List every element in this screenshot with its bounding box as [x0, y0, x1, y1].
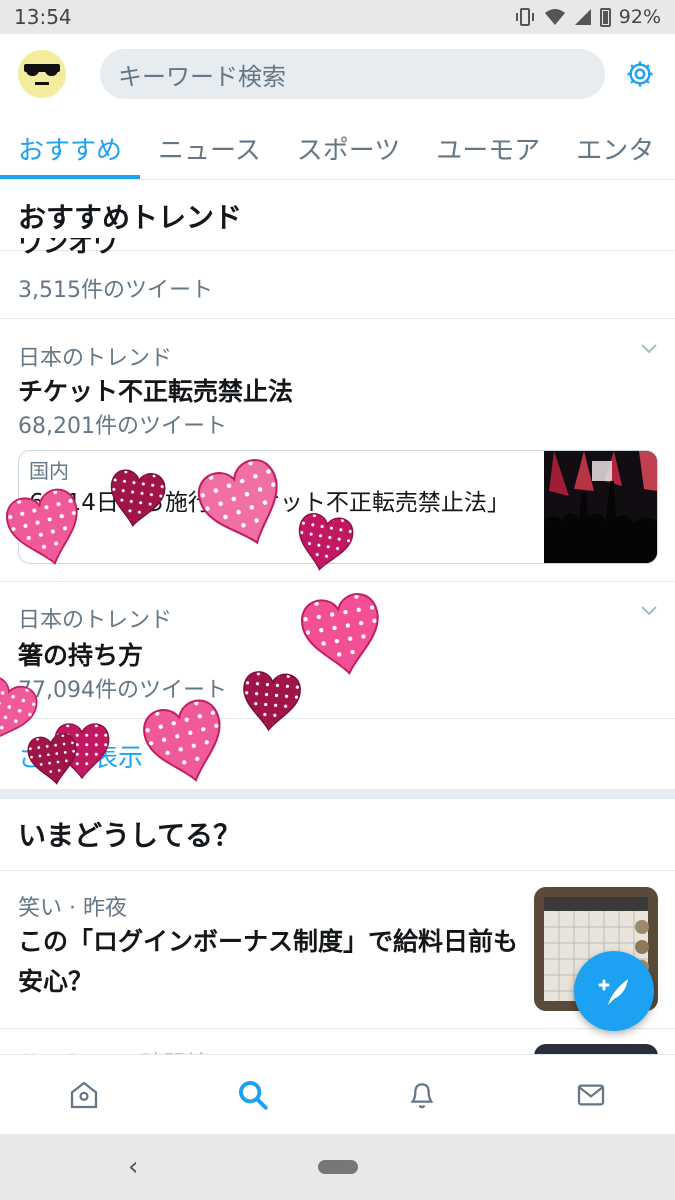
bell-icon [410, 1082, 434, 1108]
status-bar: 13:54 92% [0, 0, 675, 34]
sunglasses-icon [24, 64, 60, 76]
back-icon[interactable]: ‹ [128, 1152, 138, 1182]
nav-notifications[interactable] [392, 1065, 452, 1125]
bottom-nav [0, 1054, 675, 1134]
search-input[interactable]: キーワード検索 [100, 49, 606, 99]
trend-name[interactable]: 箸の持ち方 [18, 636, 143, 672]
home-icon [71, 1081, 98, 1108]
partial-trend-name: ワンオワ [18, 238, 119, 258]
divider [0, 581, 675, 582]
signal-icon [574, 9, 591, 25]
tab-sports[interactable]: スポーツ [279, 114, 418, 179]
show-more-link[interactable]: さらに表示 [18, 738, 143, 774]
status-icons: 92% [514, 6, 661, 28]
divider [0, 1028, 675, 1029]
heart-stickers-overlay [0, 453, 388, 791]
concert-crowd-image [544, 451, 657, 563]
avatar[interactable] [18, 50, 66, 98]
compose-tweet-button[interactable] [574, 951, 654, 1031]
tab-recommended[interactable]: おすすめ [0, 114, 141, 179]
news-card-headline: 6月14日から施行「チケット不正転売禁止法」 [29, 490, 510, 516]
heart-icon [297, 589, 388, 681]
battery-icon [599, 7, 611, 27]
tab-humor[interactable]: ユーモア [418, 114, 558, 179]
tab-entertainment[interactable]: エンタ [558, 114, 672, 179]
partial-trend-name-clip: ワンオワ [18, 238, 318, 262]
nav-search[interactable] [223, 1065, 283, 1125]
news-card[interactable]: 国内 6月14日から施行「チケット不正転売禁止法」 [18, 450, 658, 564]
vibrate-icon [515, 8, 534, 26]
home-pill[interactable] [318, 1160, 358, 1174]
status-time: 13:54 [14, 5, 72, 29]
chevron-down-icon[interactable] [639, 338, 659, 358]
compose-tweet-icon [598, 979, 628, 1005]
explore-tabs: おすすめ ニュース スポーツ ユーモア エンタ [0, 114, 675, 180]
nav-messages[interactable] [561, 1065, 621, 1125]
trend-context: 日本のトレンド [18, 346, 173, 371]
news-card-category: 国内 [29, 459, 69, 483]
trend-tweet-count: 68,201件のツイート [18, 414, 227, 439]
divider [0, 718, 675, 719]
nav-home[interactable] [54, 1065, 114, 1125]
trend-name[interactable]: チケット不正転売禁止法 [18, 372, 293, 408]
wifi-icon [544, 9, 565, 25]
heart-icon [138, 695, 234, 791]
story-meta: 笑い · 昨夜 [18, 896, 127, 921]
story-title[interactable]: この「ログインボーナス制度」で給料日前も安心？ [18, 922, 528, 1002]
search-icon [239, 1080, 268, 1110]
partial-trend-count: 3,515件のツイート [18, 278, 213, 303]
battery-level: 92% [618, 6, 661, 28]
gear-icon[interactable] [623, 57, 657, 91]
tab-news[interactable]: ニュース [140, 114, 279, 179]
mail-icon [577, 1084, 604, 1105]
whats-happening-title: いまどうしてる？ [18, 819, 242, 852]
avatar-mouth [35, 82, 49, 85]
system-nav-bar: ‹ [0, 1134, 675, 1200]
divider [0, 318, 675, 319]
search-placeholder: キーワード検索 [118, 62, 286, 91]
trend-context: 日本のトレンド [18, 608, 173, 633]
trend-tweet-count: 77,094件のツイート [18, 678, 227, 703]
app-header: キーワード検索 [0, 34, 675, 114]
chevron-down-icon[interactable] [639, 600, 659, 620]
heart-icon [239, 669, 303, 734]
trends-section-title: おすすめトレンド [18, 201, 243, 234]
section-separator [0, 789, 675, 799]
divider [0, 870, 675, 871]
